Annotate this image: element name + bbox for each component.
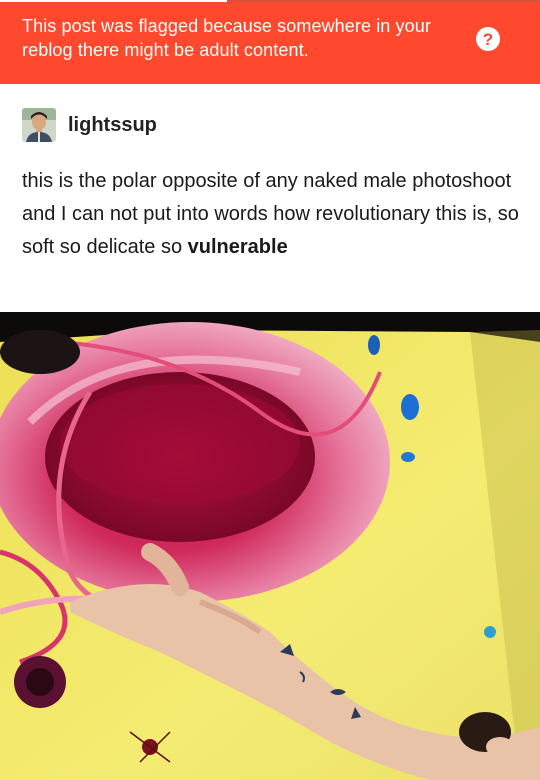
flagged-message: This post was flagged because somewhere …: [22, 16, 431, 60]
post-text-emphasis: vulnerable: [187, 236, 288, 258]
flagged-content-banner: This post was flagged because somewhere …: [0, 0, 540, 84]
loading-progress-bar: [0, 0, 540, 2]
photo-image-icon: [0, 312, 540, 780]
reblog-username[interactable]: lightssup: [68, 114, 157, 137]
post-text: this is the polar opposite of any naked …: [22, 165, 522, 264]
tumblr-post-view: This post was flagged because somewhere …: [0, 0, 540, 780]
loading-progress-fill: [0, 0, 227, 2]
question-mark-icon: ?: [482, 29, 494, 49]
avatar-photo-icon: [22, 108, 56, 142]
avatar[interactable]: [22, 108, 56, 142]
post-photo[interactable]: [0, 312, 540, 780]
reblog-header: lightssup: [22, 107, 157, 143]
help-button[interactable]: ?: [476, 27, 500, 51]
